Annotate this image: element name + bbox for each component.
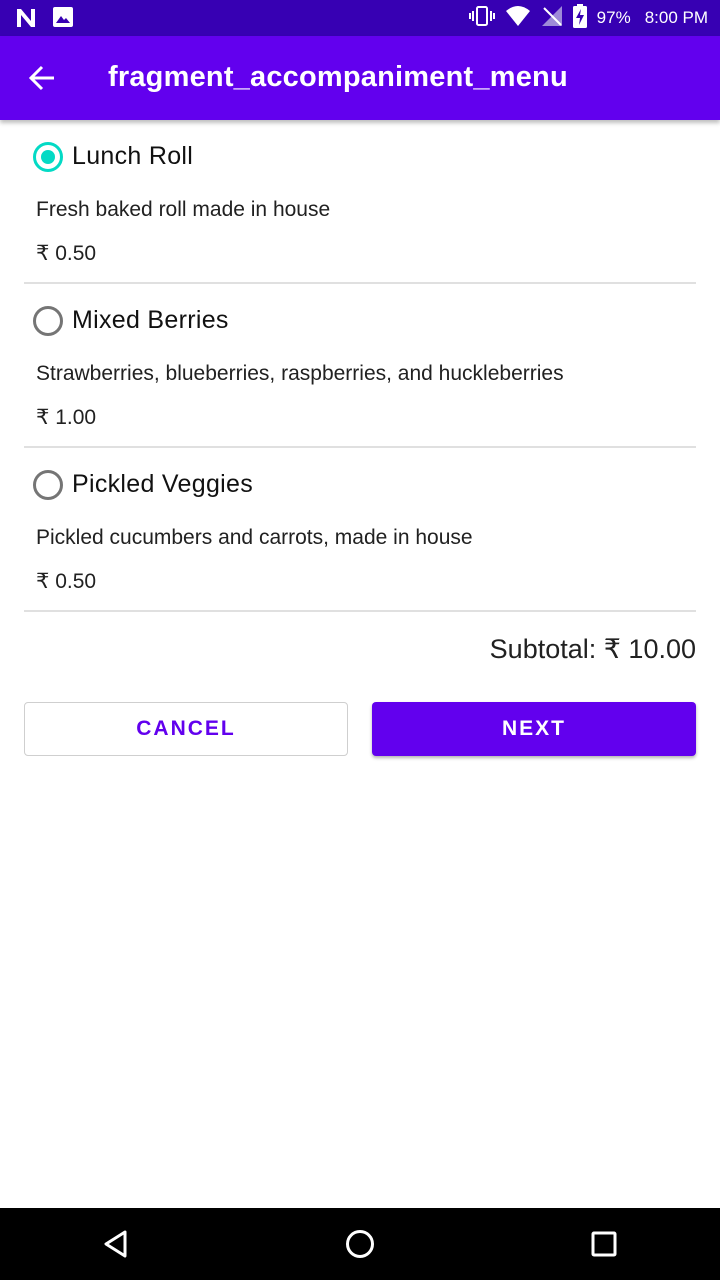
back-button[interactable] [22, 58, 62, 98]
item-price: ₹ 0.50 [36, 570, 97, 593]
menu-item-mixed-berries[interactable]: Mixed Berries Strawberries, blueberries,… [24, 284, 696, 448]
app-bar: fragment_accompaniment_menu [0, 36, 720, 120]
item-price: ₹ 0.50 [36, 242, 97, 265]
item-description: Pickled cucumbers and carrots, made in h… [36, 526, 473, 549]
battery-percent: 97% [596, 8, 631, 27]
status-bar: 97% 8:00 PM [0, 0, 720, 36]
item-name: Lunch Roll [72, 142, 194, 170]
nav-back-button[interactable] [96, 1224, 136, 1264]
item-price: ₹ 1.00 [36, 406, 97, 429]
no-signal-icon [541, 5, 563, 32]
battery-charging-icon [572, 3, 587, 33]
item-description: Strawberries, blueberries, raspberries, … [36, 362, 564, 385]
nav-recents-icon [591, 1231, 617, 1257]
menu-item-lunch-roll[interactable]: Lunch Roll Fresh baked roll made in hous… [24, 120, 696, 284]
clock: 8:00 PM [644, 8, 708, 27]
radio-button-lunch-roll[interactable] [33, 142, 63, 172]
radio-button-mixed-berries[interactable] [33, 306, 63, 336]
item-description: Fresh baked roll made in house [36, 198, 331, 221]
nav-back-icon [104, 1230, 127, 1258]
arrow-back-icon [28, 65, 54, 91]
subtotal-text: Subtotal: ₹ 10.00 [489, 634, 696, 664]
image-notification-icon [52, 6, 74, 35]
next-button[interactable]: NEXT [372, 702, 696, 756]
accompaniment-menu-list: Lunch Roll Fresh baked roll made in hous… [24, 120, 696, 612]
item-name: Pickled Veggies [72, 470, 254, 498]
item-name: Mixed Berries [72, 306, 229, 334]
radio-button-pickled-veggies[interactable] [33, 470, 63, 500]
page-title: fragment_accompaniment_menu [108, 61, 568, 93]
nav-home-icon [346, 1230, 374, 1258]
wifi-icon [505, 5, 531, 32]
system-nav-bar [0, 1208, 720, 1280]
cancel-button[interactable]: CANCEL [24, 702, 348, 756]
menu-item-pickled-veggies[interactable]: Pickled Veggies Pickled cucumbers and ca… [24, 448, 696, 612]
vibrate-icon [468, 5, 495, 32]
nav-recents-button[interactable] [584, 1224, 624, 1264]
nav-home-button[interactable] [340, 1224, 380, 1264]
n-notification-icon [14, 6, 38, 35]
